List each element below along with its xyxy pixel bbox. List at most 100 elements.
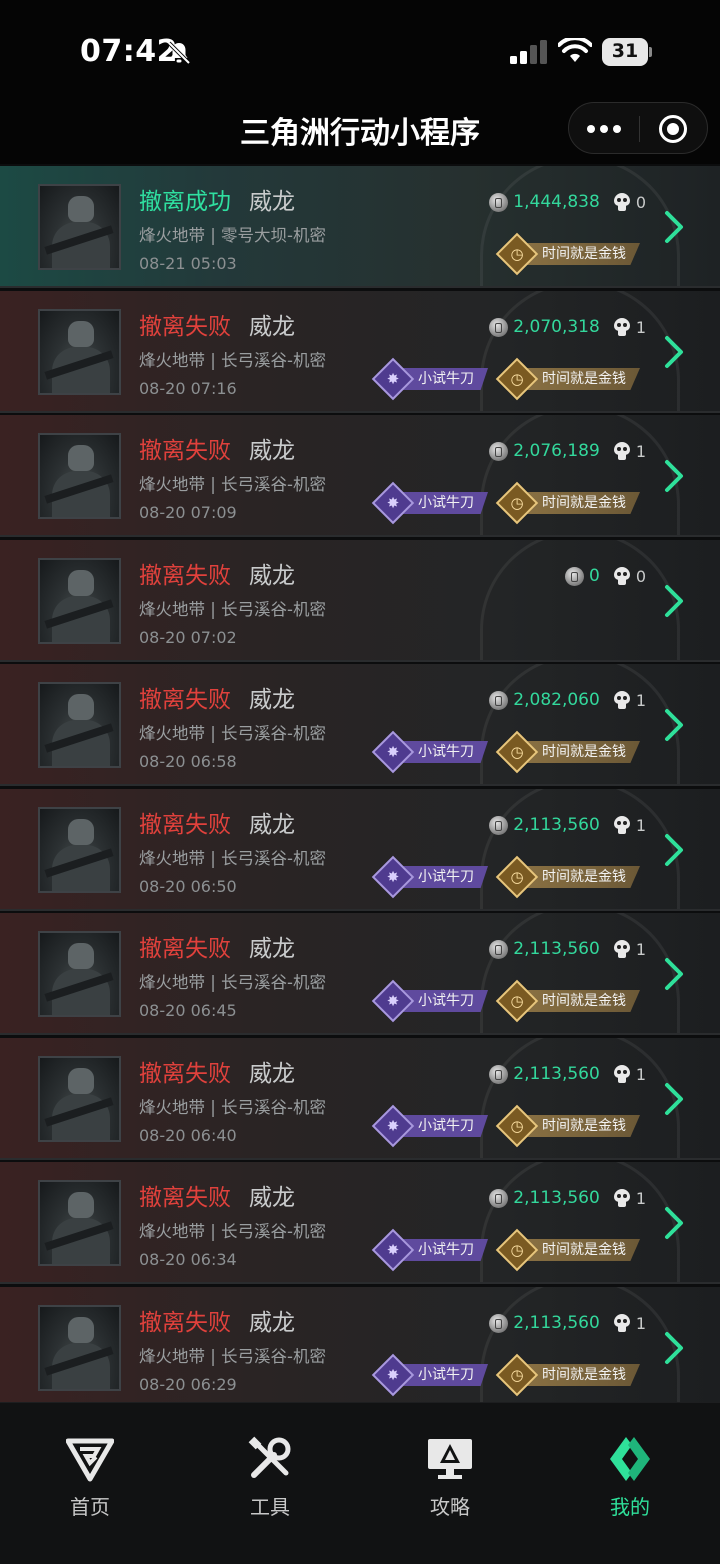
match-record-list[interactable]: 撤离成功 威龙 烽火地带 | 零号大坝-机密 08-21 05:03 1,444,838… xyxy=(0,166,720,1402)
chevron-right-icon[interactable] xyxy=(664,584,684,618)
mode-map: 烽火地带 | 长弓溪谷-机密 xyxy=(139,1347,327,1366)
more-icon[interactable] xyxy=(585,117,623,141)
skull-icon xyxy=(613,441,630,461)
loot-value: 2,113,560 xyxy=(513,1188,600,1208)
chevron-right-icon[interactable] xyxy=(664,1206,684,1240)
mode-map: 烽火地带 | 长弓溪谷-机密 xyxy=(139,600,327,619)
operator-avatar xyxy=(38,807,121,893)
rookie-badge-icon: ✸ xyxy=(386,743,400,761)
badge-rookie: ✸ 小试牛刀 xyxy=(371,357,494,401)
stopwatch-badge-icon: ◷ xyxy=(510,245,524,263)
record-row[interactable]: 撤离失败 威龙 烽火地带 | 长弓溪谷-机密 08-20 06:29 2,113,560… xyxy=(0,1287,720,1402)
loot-value: 2,113,560 xyxy=(513,815,600,835)
match-time: 08-20 07:02 xyxy=(139,628,237,647)
chevron-right-icon[interactable] xyxy=(664,335,684,369)
chevron-right-icon[interactable] xyxy=(664,210,684,244)
stopwatch-badge-icon: ◷ xyxy=(510,1241,524,1259)
operator-avatar xyxy=(38,1305,121,1391)
match-time: 08-20 07:09 xyxy=(139,503,237,522)
skull-icon xyxy=(613,1188,630,1208)
record-row[interactable]: 撤离失败 威龙 烽火地带 | 长弓溪谷-机密 08-20 06:45 2,113,560… xyxy=(0,913,720,1035)
operator-name: 威龙 xyxy=(249,1185,295,1211)
coin-icon xyxy=(489,815,509,835)
badge-time-is-money: ◷ 时间就是金钱 xyxy=(495,357,646,401)
rookie-badge-icon: ✸ xyxy=(386,868,400,886)
skull-icon xyxy=(613,690,630,710)
extraction-status: 撤离成功 xyxy=(139,189,231,215)
nav-item-tools[interactable]: 工具 xyxy=(210,1435,330,1525)
coin-icon xyxy=(489,1064,509,1084)
mode-map: 烽火地带 | 长弓溪谷-机密 xyxy=(139,1098,327,1117)
rookie-badge-icon: ✸ xyxy=(386,370,400,388)
mode-map: 烽火地带 | 零号大坝-机密 xyxy=(139,226,327,245)
chevron-right-icon[interactable] xyxy=(664,459,684,493)
coin-icon xyxy=(489,690,509,710)
record-row[interactable]: 撤离失败 威龙 烽火地带 | 长弓溪谷-机密 08-20 06:34 2,113,560… xyxy=(0,1162,720,1284)
operator-name: 威龙 xyxy=(249,1061,295,1087)
loot-summary: 2,070,318 1 xyxy=(489,315,646,339)
operator-avatar xyxy=(38,1056,121,1142)
rookie-badge-icon: ✸ xyxy=(386,1117,400,1135)
skull-icon xyxy=(613,566,630,586)
record-row[interactable]: 撤离成功 威龙 烽火地带 | 零号大坝-机密 08-21 05:03 1,444,838… xyxy=(0,166,720,288)
badge-rookie: ✸ 小试牛刀 xyxy=(371,1228,494,1272)
chevron-right-icon[interactable] xyxy=(664,708,684,742)
match-time: 08-20 06:40 xyxy=(139,1126,237,1145)
record-row[interactable]: 撤离失败 威龙 烽火地带 | 长弓溪谷-机密 08-20 07:09 2,076,189… xyxy=(0,415,720,537)
loot-value: 2,113,560 xyxy=(513,1313,600,1333)
match-time: 08-20 06:45 xyxy=(139,1001,237,1020)
mode-map: 烽火地带 | 长弓溪谷-机密 xyxy=(139,849,327,868)
nav-item-guide[interactable]: 攻略 xyxy=(390,1435,510,1525)
extraction-status: 撤离失败 xyxy=(139,563,231,589)
coin-icon xyxy=(489,317,509,337)
operator-avatar xyxy=(38,184,121,270)
loot-value: 2,070,318 xyxy=(513,317,600,337)
operator-avatar xyxy=(38,931,121,1017)
chevron-right-icon[interactable] xyxy=(664,1331,684,1365)
extraction-status: 撤离失败 xyxy=(139,438,231,464)
stopwatch-badge-icon: ◷ xyxy=(510,370,524,388)
title-bar: 三角洲行动小程序 xyxy=(0,96,720,164)
record-row[interactable]: 撤离失败 威龙 烽火地带 | 长弓溪谷-机密 08-20 07:16 2,070,318… xyxy=(0,291,720,413)
guide-monitor-icon xyxy=(428,1439,472,1479)
badge-time-is-money: ◷ 时间就是金钱 xyxy=(495,730,646,774)
extraction-status: 撤离失败 xyxy=(139,1061,231,1087)
bottom-nav: 首页 工具 攻略 我的 xyxy=(0,1402,720,1564)
profile-logo-icon xyxy=(610,1437,650,1481)
record-row[interactable]: 撤离失败 威龙 烽火地带 | 长弓溪谷-机密 08-20 07:02 0 0 xyxy=(0,540,720,662)
stopwatch-badge-icon: ◷ xyxy=(510,868,524,886)
record-row[interactable]: 撤离失败 威龙 烽火地带 | 长弓溪谷-机密 08-20 06:50 2,113,560… xyxy=(0,789,720,911)
record-row[interactable]: 撤离失败 威龙 烽火地带 | 长弓溪谷-机密 08-20 06:58 2,082,060… xyxy=(0,664,720,786)
stopwatch-badge-icon: ◷ xyxy=(510,1117,524,1135)
extraction-status: 撤离失败 xyxy=(139,936,231,962)
operator-avatar xyxy=(38,433,121,519)
nav-item-home[interactable]: 首页 xyxy=(30,1435,150,1525)
operator-name: 威龙 xyxy=(249,687,295,713)
operator-name: 威龙 xyxy=(249,314,295,340)
badge-time-is-money: ◷ 时间就是金钱 xyxy=(495,481,646,525)
battery-icon: 31 xyxy=(602,38,652,66)
chevron-right-icon[interactable] xyxy=(664,833,684,867)
extraction-status: 撤离失败 xyxy=(139,1310,231,1336)
loot-summary: 1,444,838 0 xyxy=(489,190,646,214)
loot-summary: 2,113,560 1 xyxy=(489,1062,646,1086)
chevron-right-icon[interactable] xyxy=(664,1082,684,1116)
operator-avatar xyxy=(38,558,121,644)
nav-label: 我的 xyxy=(610,1495,650,1519)
record-row[interactable]: 撤离失败 威龙烽火地带 | 长弓溪谷-机密 08-20 06:40 2,113,560… xyxy=(0,1038,720,1160)
bell-muted-icon xyxy=(167,41,191,65)
mode-map: 烽火地带 | 长弓溪谷-机密 xyxy=(139,475,327,494)
loot-value: 1,444,838 xyxy=(513,192,600,212)
loot-value: 2,082,060 xyxy=(513,690,600,710)
badge-rookie: ✸ 小试牛刀 xyxy=(371,730,494,774)
kill-count: 1 xyxy=(635,815,646,835)
rookie-badge-icon: ✸ xyxy=(386,494,400,512)
badge-rookie: ✸ 小试牛刀 xyxy=(371,855,494,899)
chevron-right-icon[interactable] xyxy=(664,957,684,991)
status-bar: 07:42 31 xyxy=(0,0,720,96)
nav-item-profile[interactable]: 我的 xyxy=(570,1435,690,1525)
coin-icon xyxy=(489,939,509,959)
close-miniprogram-icon[interactable] xyxy=(659,115,687,143)
loot-summary: 2,113,560 1 xyxy=(489,813,646,837)
match-time: 08-20 06:50 xyxy=(139,877,237,896)
